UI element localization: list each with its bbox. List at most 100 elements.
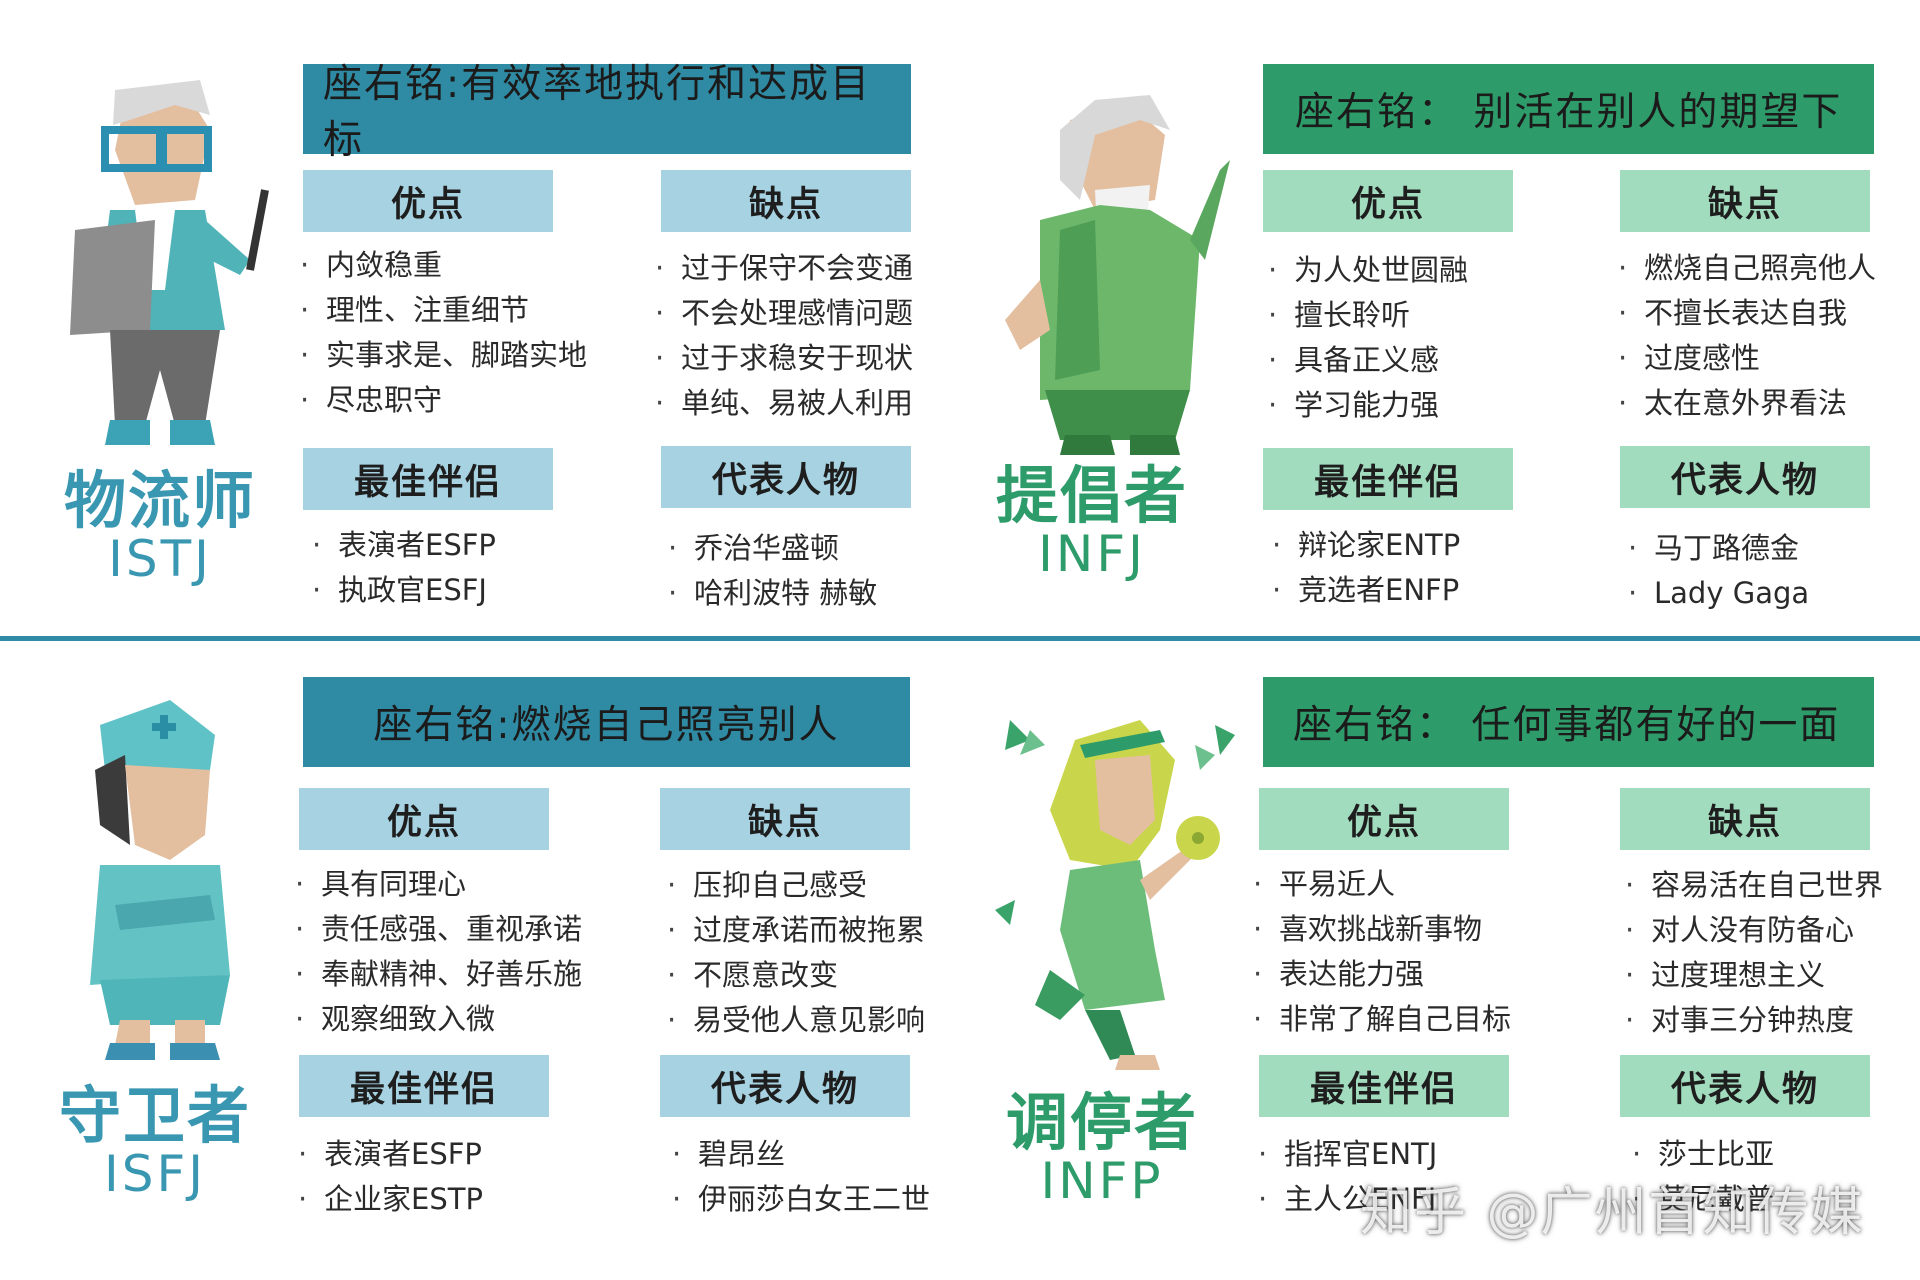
partner-label: 最佳伴侣 xyxy=(1259,1055,1509,1117)
bullet-icon: · xyxy=(1618,251,1628,285)
bullet-icon: · xyxy=(1253,867,1263,901)
bullet-icon: · xyxy=(1628,531,1638,565)
pros-list: · 为人处世圆融 · 擅长聆听 · 具备正义感 · 学习能力强 xyxy=(1268,248,1468,428)
bullet-icon: · xyxy=(295,957,305,991)
bullet-icon: · xyxy=(1625,1003,1635,1037)
motto-text: 座右铭： 别活在别人的期望下 xyxy=(1295,90,1843,135)
pros-list: · 具有同理心 · 责任感强、重视承诺 · 奉献精神、好善乐施 · 观察细致入微 xyxy=(295,862,582,1042)
list-item: · 乔治华盛顿 xyxy=(668,526,877,571)
panel-istj: 物流师 ISTJ 座右铭:有效率地执行和达成目标 优点 缺点 · 内敛稳重 · 理性… xyxy=(0,0,960,640)
type-code: ISTJ xyxy=(108,530,212,588)
cons-label: 缺点 xyxy=(661,170,911,232)
bullet-icon: · xyxy=(1628,576,1638,610)
bullet-icon: · xyxy=(300,383,310,417)
list-item: · 非常了解自己目标 xyxy=(1253,997,1511,1042)
bullet-icon: · xyxy=(655,296,665,330)
type-code: ISFJ xyxy=(104,1145,206,1203)
motto-banner: 座右铭： 任何事都有好的一面 xyxy=(1263,677,1874,767)
pros-label: 优点 xyxy=(299,788,549,850)
bullet-icon: · xyxy=(295,1002,305,1036)
list-item: · 过度感性 xyxy=(1618,336,1876,381)
bullet-icon: · xyxy=(1258,1137,1268,1171)
motto-text: 座右铭： 任何事都有好的一面 xyxy=(1293,703,1841,748)
watermark: 知乎 @广州首知传媒 xyxy=(1360,1183,1865,1243)
bullet-icon: · xyxy=(655,341,665,375)
list-item: · Lady Gaga xyxy=(1628,571,1809,616)
list-item: · 尽忠职守 xyxy=(300,378,587,423)
list-item: · 对人没有防备心 xyxy=(1625,908,1883,953)
bullet-icon: · xyxy=(1625,958,1635,992)
list-item: · 容易活在自己世界 xyxy=(1625,863,1883,908)
list-item: · 观察细致入微 xyxy=(295,997,582,1042)
list-item: · 执政官ESFJ xyxy=(312,568,496,613)
motto-banner: 座右铭:燃烧自己照亮别人 xyxy=(303,677,910,767)
bullet-icon: · xyxy=(1618,386,1628,420)
list-item: · 学习能力强 xyxy=(1268,383,1468,428)
list-item: · 平易近人 xyxy=(1253,862,1511,907)
infj-figure-icon xyxy=(1000,90,1245,470)
partners-list: · 表演者ESFP · 执政官ESFJ xyxy=(312,523,496,613)
partner-label: 最佳伴侣 xyxy=(303,448,553,510)
list-item: · 实事求是、脚踏实地 xyxy=(300,333,587,378)
partners-list: · 表演者ESFP · 企业家ESTP xyxy=(298,1132,483,1222)
motto-text: 座右铭:有效率地执行和达成目标 xyxy=(323,62,872,163)
bullet-icon: · xyxy=(1253,912,1263,946)
cons-list: · 压抑自己感受 · 过度承诺而被拖累 · 不愿意改变 · 易受他人意见影响 xyxy=(667,863,925,1043)
pros-label: 优点 xyxy=(303,170,553,232)
motto-banner: 座右铭： 别活在别人的期望下 xyxy=(1263,64,1874,154)
bullet-icon: · xyxy=(655,251,665,285)
bullet-icon: · xyxy=(298,1137,308,1171)
figures-label: 代表人物 xyxy=(661,446,911,508)
motto-text: 座右铭:燃烧自己照亮别人 xyxy=(373,703,840,748)
cons-list: · 过于保守不会变通 · 不会处理感情问题 · 过于求稳安于现状 · 单纯、易被人利用 xyxy=(655,246,913,426)
bullet-icon: · xyxy=(667,958,677,992)
panel-isfj: 守卫者 ISFJ 座右铭:燃烧自己照亮别人 优点 缺点 · 具有同理心 · 责任感强… xyxy=(0,640,960,1280)
bullet-icon: · xyxy=(1268,388,1278,422)
list-item: · 责任感强、重视承诺 xyxy=(295,907,582,952)
figures-list: · 碧昂丝 · 伊丽莎白女王二世 xyxy=(672,1132,930,1222)
partner-label: 最佳伴侣 xyxy=(1263,448,1513,510)
bullet-icon: · xyxy=(672,1137,682,1171)
partner-label: 最佳伴侣 xyxy=(299,1055,549,1117)
figures-list: · 乔治华盛顿 · 哈利波特 赫敏 xyxy=(668,526,877,616)
list-item: · 理性、注重细节 xyxy=(300,288,587,333)
type-name: 提倡者 xyxy=(995,459,1188,532)
pros-list: · 内敛稳重 · 理性、注重细节 · 实事求是、脚踏实地 · 尽忠职守 xyxy=(300,243,587,423)
istj-figure-icon xyxy=(35,70,280,450)
type-code: INFP xyxy=(1040,1152,1164,1210)
bullet-icon: · xyxy=(1618,341,1628,375)
bullet-icon: · xyxy=(655,386,665,420)
list-item: · 辩论家ENTP xyxy=(1272,523,1460,568)
list-item: · 易受他人意见影响 xyxy=(667,998,925,1043)
list-item: · 表达能力强 xyxy=(1253,952,1511,997)
bullet-icon: · xyxy=(668,576,678,610)
motto-banner: 座右铭:有效率地执行和达成目标 xyxy=(303,62,911,163)
bullet-icon: · xyxy=(1272,573,1282,607)
cons-list: · 燃烧自己照亮他人 · 不擅长表达自我 · 过度感性 · 太在意外界看法 xyxy=(1618,246,1876,426)
list-item: · 企业家ESTP xyxy=(298,1177,483,1222)
list-item: · 哈利波特 赫敏 xyxy=(668,571,877,616)
bullet-icon: · xyxy=(667,1003,677,1037)
list-item: · 内敛稳重 xyxy=(300,243,587,288)
bullet-icon: · xyxy=(1625,868,1635,902)
list-item: · 竞选者ENFP xyxy=(1272,568,1460,613)
bullet-icon: · xyxy=(312,573,322,607)
list-item: · 不会处理感情问题 xyxy=(655,291,913,336)
list-item: · 对事三分钟热度 xyxy=(1625,998,1883,1043)
list-item: · 过于求稳安于现状 xyxy=(655,336,913,381)
figures-label: 代表人物 xyxy=(660,1055,910,1117)
list-item: · 表演者ESFP xyxy=(312,523,496,568)
bullet-icon: · xyxy=(1253,1002,1263,1036)
cons-label: 缺点 xyxy=(660,788,910,850)
bullet-icon: · xyxy=(1253,957,1263,991)
type-name: 物流师 xyxy=(63,464,256,537)
pros-list: · 平易近人 · 喜欢挑战新事物 · 表达能力强 · 非常了解自己目标 xyxy=(1253,862,1511,1042)
bullet-icon: · xyxy=(668,531,678,565)
bullet-icon: · xyxy=(295,867,305,901)
bullet-icon: · xyxy=(295,912,305,946)
bullet-icon: · xyxy=(1268,298,1278,332)
list-item: · 伊丽莎白女王二世 xyxy=(672,1177,930,1222)
list-item: · 太在意外界看法 xyxy=(1618,381,1876,426)
bullet-icon: · xyxy=(1618,296,1628,330)
isfj-figure-icon xyxy=(60,695,280,1075)
